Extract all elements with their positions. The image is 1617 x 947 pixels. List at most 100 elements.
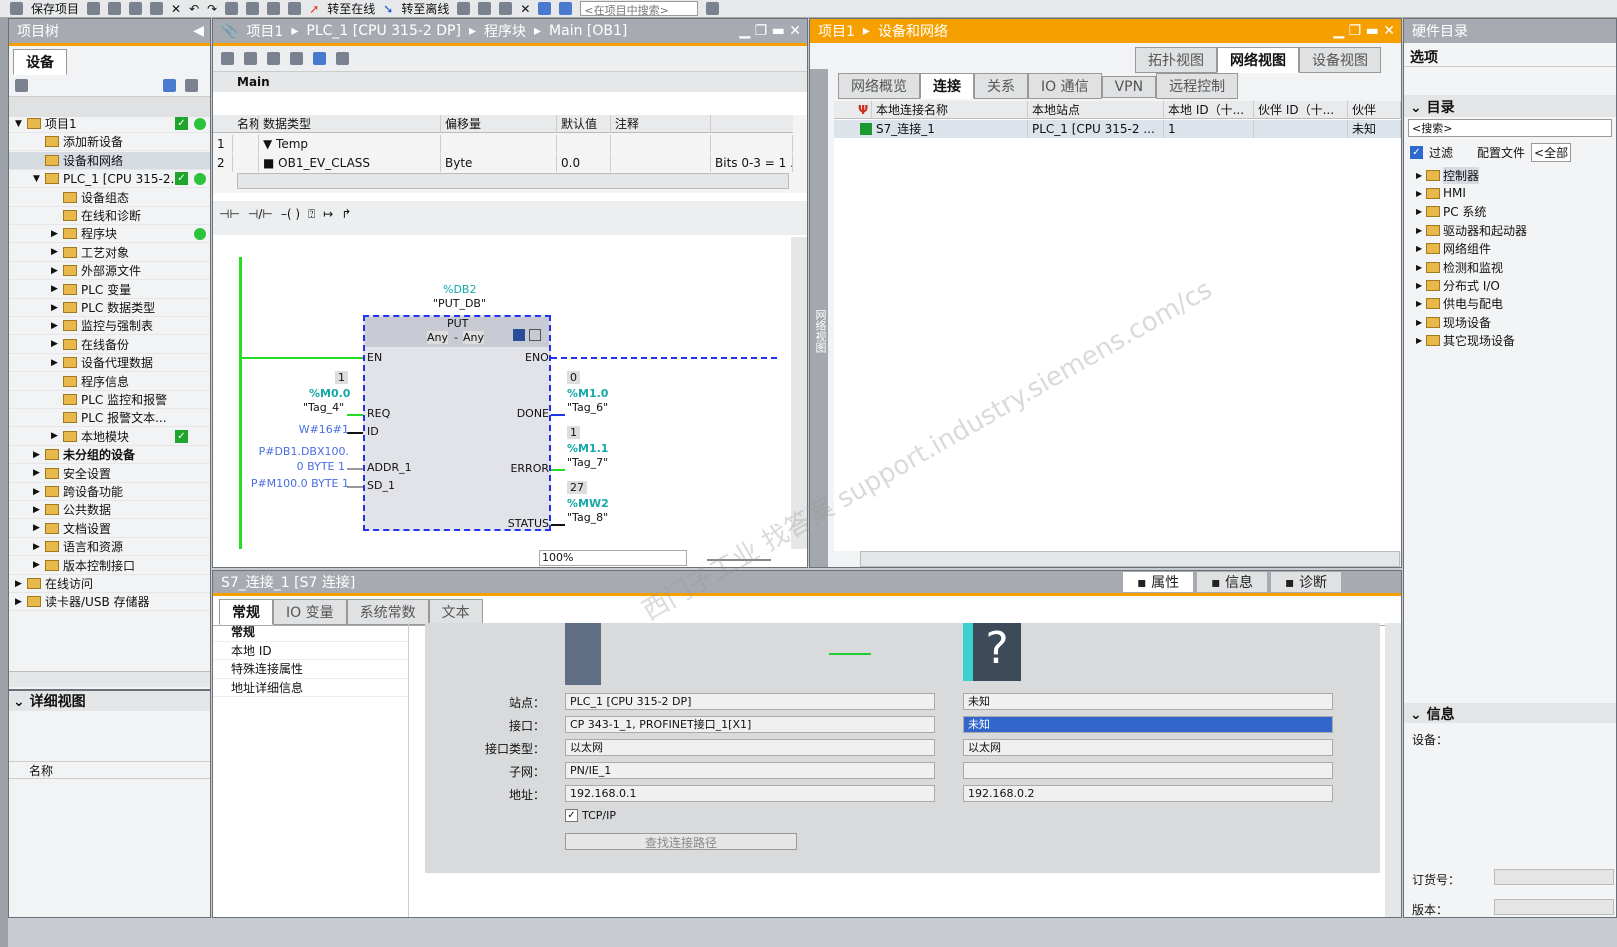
connection-tab[interactable]: IO 通信 (1028, 73, 1102, 99)
delete-icon[interactable]: ✕ (171, 2, 181, 16)
window-controls[interactable]: ▁ ❐ ▬ ✕ (739, 23, 801, 39)
find-connection-path-button[interactable]: 查找连接路径 (565, 833, 797, 850)
expand-toggle-icon[interactable]: ▶ (15, 579, 27, 589)
interface-cell[interactable]: 2 (213, 154, 233, 172)
overview-icon[interactable] (163, 79, 176, 92)
properties-tab[interactable]: 常规 (219, 599, 273, 625)
breadcrumb-item[interactable]: PLC_1 [CPU 315-2 DP] (306, 23, 461, 39)
tcpip-checkbox[interactable]: ✓ TCP/IP (565, 809, 616, 822)
expand-toggle-icon[interactable]: ▶ (51, 358, 63, 368)
connection-cell[interactable]: 未知 (1348, 120, 1401, 138)
search-icon[interactable] (706, 2, 720, 15)
expand-toggle-icon[interactable]: ▼ (15, 119, 27, 129)
refresh-icon[interactable] (185, 79, 198, 92)
expand-toggle-icon[interactable]: ▶ (33, 450, 45, 460)
paste-icon[interactable] (150, 2, 164, 15)
download-icon[interactable] (246, 2, 260, 15)
upload-icon[interactable] (267, 2, 281, 15)
tree-item[interactable]: ▶ PLC 变量 (9, 281, 210, 299)
partner-field[interactable]: 未知 (963, 716, 1333, 733)
expand-toggle-icon[interactable]: ▶ (33, 560, 45, 570)
connection-cell[interactable]: 1 (1164, 120, 1254, 138)
add-row-icon[interactable] (244, 52, 257, 65)
tree-item[interactable]: ▶ 监控与强制表 (9, 317, 210, 336)
interface-cell[interactable]: Bits 0-3 = 1 ... (711, 154, 793, 172)
interface-cell[interactable] (611, 135, 711, 153)
print-icon[interactable] (87, 2, 101, 15)
info-section-header[interactable]: ⌄ 信息 (1404, 703, 1616, 723)
options-header[interactable]: 选项 (1404, 43, 1616, 67)
connection-tab[interactable]: 网络概览 (838, 73, 920, 99)
split-vertical-icon[interactable] (559, 2, 573, 15)
window-controls[interactable]: ▁ ❐ ▬ ✕ (1333, 23, 1395, 39)
tree-item[interactable]: ▶ 在线访问 (9, 575, 210, 593)
accessible-devices-icon[interactable] (457, 2, 471, 15)
stop-cpu-icon[interactable] (499, 2, 513, 15)
properties-tab[interactable]: 文本 (428, 599, 483, 625)
catalog-item[interactable]: ▶ 检测和监视 (1416, 258, 1503, 276)
monitor-icon[interactable] (313, 52, 326, 65)
tree-item[interactable]: 添加新设备 (9, 133, 210, 152)
close-branch-icon[interactable]: ↱ (341, 207, 351, 229)
tree-item[interactable]: ▶ 公共数据 (9, 501, 210, 520)
tree-item[interactable]: ▶ 语言和资源 (9, 538, 210, 557)
go-online-button[interactable]: 转至在线 (327, 0, 375, 17)
catalog-section-header[interactable]: ⌄ 目录 (1404, 95, 1616, 117)
save-icon[interactable] (10, 2, 23, 15)
tree-item[interactable]: ▶ 在线备份 (9, 336, 210, 354)
tree-item[interactable]: ▶ 设备代理数据 (9, 354, 210, 373)
cut-icon[interactable] (108, 2, 122, 15)
close-icon[interactable]: ✕ (520, 2, 530, 16)
tree-item[interactable]: ▶ 安全设置 (9, 465, 210, 483)
connection-cell[interactable] (1254, 120, 1348, 138)
connection-tab[interactable]: 关系 (974, 73, 1028, 99)
catalog-item[interactable]: ▶ 控制器 (1416, 166, 1480, 184)
detail-view-header[interactable]: ⌄ 详细视图 (9, 691, 210, 711)
open-branch-icon[interactable]: ↦ (323, 207, 333, 229)
interface-cell[interactable]: 0.0 (557, 154, 611, 172)
breadcrumb-item[interactable]: 程序块 (484, 21, 526, 41)
go-offline-button[interactable]: 转至离线 (401, 0, 449, 17)
split-horizontal-icon[interactable] (538, 2, 552, 15)
interface-cell[interactable]: 1 (213, 135, 233, 153)
tab-devices[interactable]: 设备 (13, 49, 67, 75)
tree-item[interactable]: ▶ 读卡器/USB 存储器 (9, 593, 210, 612)
expand-toggle-icon[interactable]: ▶ (1416, 171, 1426, 180)
expand-toggle-icon[interactable]: ▶ (51, 266, 63, 276)
catalog-item[interactable]: ▶ 现场设备 (1416, 313, 1491, 331)
expand-toggle-icon[interactable]: ▶ (33, 487, 45, 497)
tree-item[interactable]: ▶ 版本控制接口 (9, 557, 210, 575)
expand-toggle-icon[interactable]: ▶ (51, 321, 63, 331)
go-offline-icon[interactable]: ➘ (383, 2, 393, 16)
tree-item[interactable]: 设备组态 (9, 189, 210, 207)
connection-cell[interactable]: PLC_1 [CPU 315-2 ... (1028, 120, 1164, 138)
breadcrumb-item[interactable]: 项目1 (818, 21, 855, 41)
breadcrumb-item[interactable]: 项目1 (246, 21, 283, 41)
expand-toggle-icon[interactable]: ▶ (51, 247, 63, 257)
project-search-input[interactable]: <在项目中搜索> (580, 1, 699, 17)
properties-nav-item[interactable]: 特殊连接属性 (213, 660, 408, 679)
interface-cell[interactable] (233, 154, 259, 172)
interface-cell[interactable] (711, 135, 793, 153)
interface-cell[interactable] (441, 135, 557, 153)
expand-toggle-icon[interactable]: ▶ (51, 339, 63, 349)
tree-item[interactable]: PLC 报警文本... (9, 409, 210, 428)
copy-icon[interactable] (129, 2, 143, 15)
interface-row[interactable]: 2 ■ OB1_EV_CLASS Byte 0.0 Bits 0-3 = 1 ... (213, 154, 793, 172)
inspector-tab-2[interactable]: ▪ 诊断 (1271, 572, 1341, 592)
delete-row-icon[interactable] (267, 52, 280, 65)
catalog-item[interactable]: ▶ PC 系统 (1416, 203, 1486, 221)
no-contact-icon[interactable]: ⊣⊢ (219, 207, 240, 229)
expand-toggle-icon[interactable]: ▶ (1416, 281, 1426, 290)
tree-item[interactable]: ▶ 工艺对象 (9, 244, 210, 262)
go-online-icon[interactable]: ➚ (309, 2, 319, 16)
add-device-icon[interactable] (15, 79, 28, 92)
tree-item[interactable]: 设备和网络 (9, 151, 210, 170)
breadcrumb-item[interactable]: 设备和网络 (878, 21, 948, 41)
inspector-tab-1[interactable]: ▪ 信息 (1197, 572, 1268, 592)
interface-cell[interactable] (557, 135, 611, 153)
expand-toggle-icon[interactable]: ▶ (51, 229, 63, 239)
simulation-icon[interactable] (288, 2, 302, 15)
catalog-item[interactable]: ▶ 驱动器和起动器 (1416, 221, 1527, 239)
view-tab[interactable]: 拓扑视图 (1135, 47, 1217, 73)
